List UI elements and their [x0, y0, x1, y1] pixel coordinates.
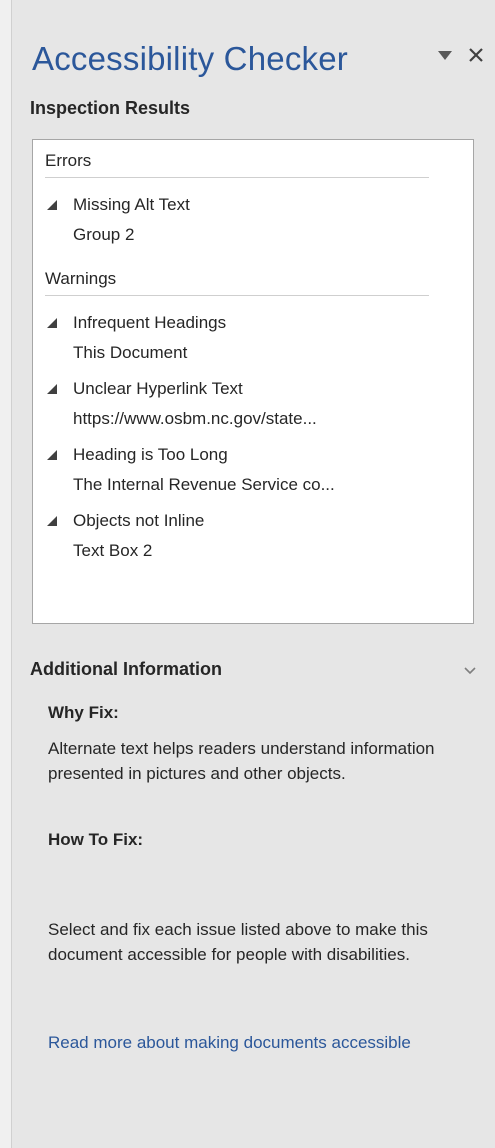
issue-category[interactable]: Unclear Hyperlink Text — [47, 374, 473, 404]
expanded-triangle-icon — [47, 318, 57, 328]
issue-title: Infrequent Headings — [73, 313, 227, 332]
issue-category[interactable]: Heading is Too Long — [47, 440, 473, 470]
expanded-triangle-icon — [47, 450, 57, 460]
issue-objects-not-inline: Objects not Inline Text Box 2 — [33, 506, 473, 566]
errors-group-header: Errors — [45, 151, 92, 170]
issue-title: Missing Alt Text — [73, 195, 190, 214]
warnings-group: Warnings Infrequent Headings This Docume… — [33, 258, 473, 566]
close-icon — [469, 48, 483, 62]
issue-title: Objects not Inline — [73, 511, 205, 530]
expanded-triangle-icon — [47, 384, 57, 394]
issue-unclear-hyperlink-text: Unclear Hyperlink Text https://www.osbm.… — [33, 374, 473, 434]
why-fix-label: Why Fix: — [48, 703, 119, 722]
accessibility-checker-pane: Accessibility Checker Inspection Results… — [12, 0, 495, 1148]
how-to-fix-text: Select and fix each issue listed above t… — [48, 920, 428, 964]
expanded-triangle-icon — [47, 516, 57, 526]
issue-title: Heading is Too Long — [73, 445, 228, 464]
inspection-results-list[interactable]: Errors Missing Alt Text Group 2 Warnings — [32, 139, 474, 624]
errors-group: Errors Missing Alt Text Group 2 — [33, 140, 473, 250]
inspection-results-heading: Inspection Results — [30, 98, 191, 118]
issue-item[interactable]: https://www.osbm.nc.gov/state... — [73, 404, 445, 434]
why-fix-text: Alternate text helps readers understand … — [48, 739, 435, 783]
issue-infrequent-headings: Infrequent Headings This Document — [33, 308, 473, 368]
issue-item[interactable]: Group 2 — [73, 220, 445, 250]
issue-category[interactable]: Missing Alt Text — [47, 190, 473, 220]
pane-title: Accessibility Checker — [32, 40, 348, 77]
issue-item[interactable]: This Document — [73, 338, 445, 368]
read-more-link[interactable]: Read more about making documents accessi… — [48, 1030, 468, 1055]
issue-category[interactable]: Objects not Inline — [47, 506, 473, 536]
how-to-fix-label: How To Fix: — [48, 830, 144, 849]
issue-item[interactable]: The Internal Revenue Service co... — [73, 470, 445, 500]
pane-options-button[interactable] — [435, 45, 455, 65]
issue-missing-alt-text: Missing Alt Text Group 2 — [33, 190, 473, 250]
additional-information-heading: Additional Information — [30, 659, 222, 679]
pane-title-controls — [435, 44, 487, 66]
expanded-triangle-icon — [47, 200, 57, 210]
issue-category[interactable]: Infrequent Headings — [47, 308, 473, 338]
issue-title: Unclear Hyperlink Text — [73, 379, 243, 398]
chevron-down-icon[interactable] — [463, 664, 477, 678]
triangle-down-icon — [438, 51, 452, 60]
issue-heading-too-long: Heading is Too Long The Internal Revenue… — [33, 440, 473, 500]
issue-item[interactable]: Text Box 2 — [73, 536, 445, 566]
close-pane-button[interactable] — [465, 44, 487, 66]
document-edge — [0, 0, 12, 1148]
warnings-group-header: Warnings — [45, 269, 117, 288]
